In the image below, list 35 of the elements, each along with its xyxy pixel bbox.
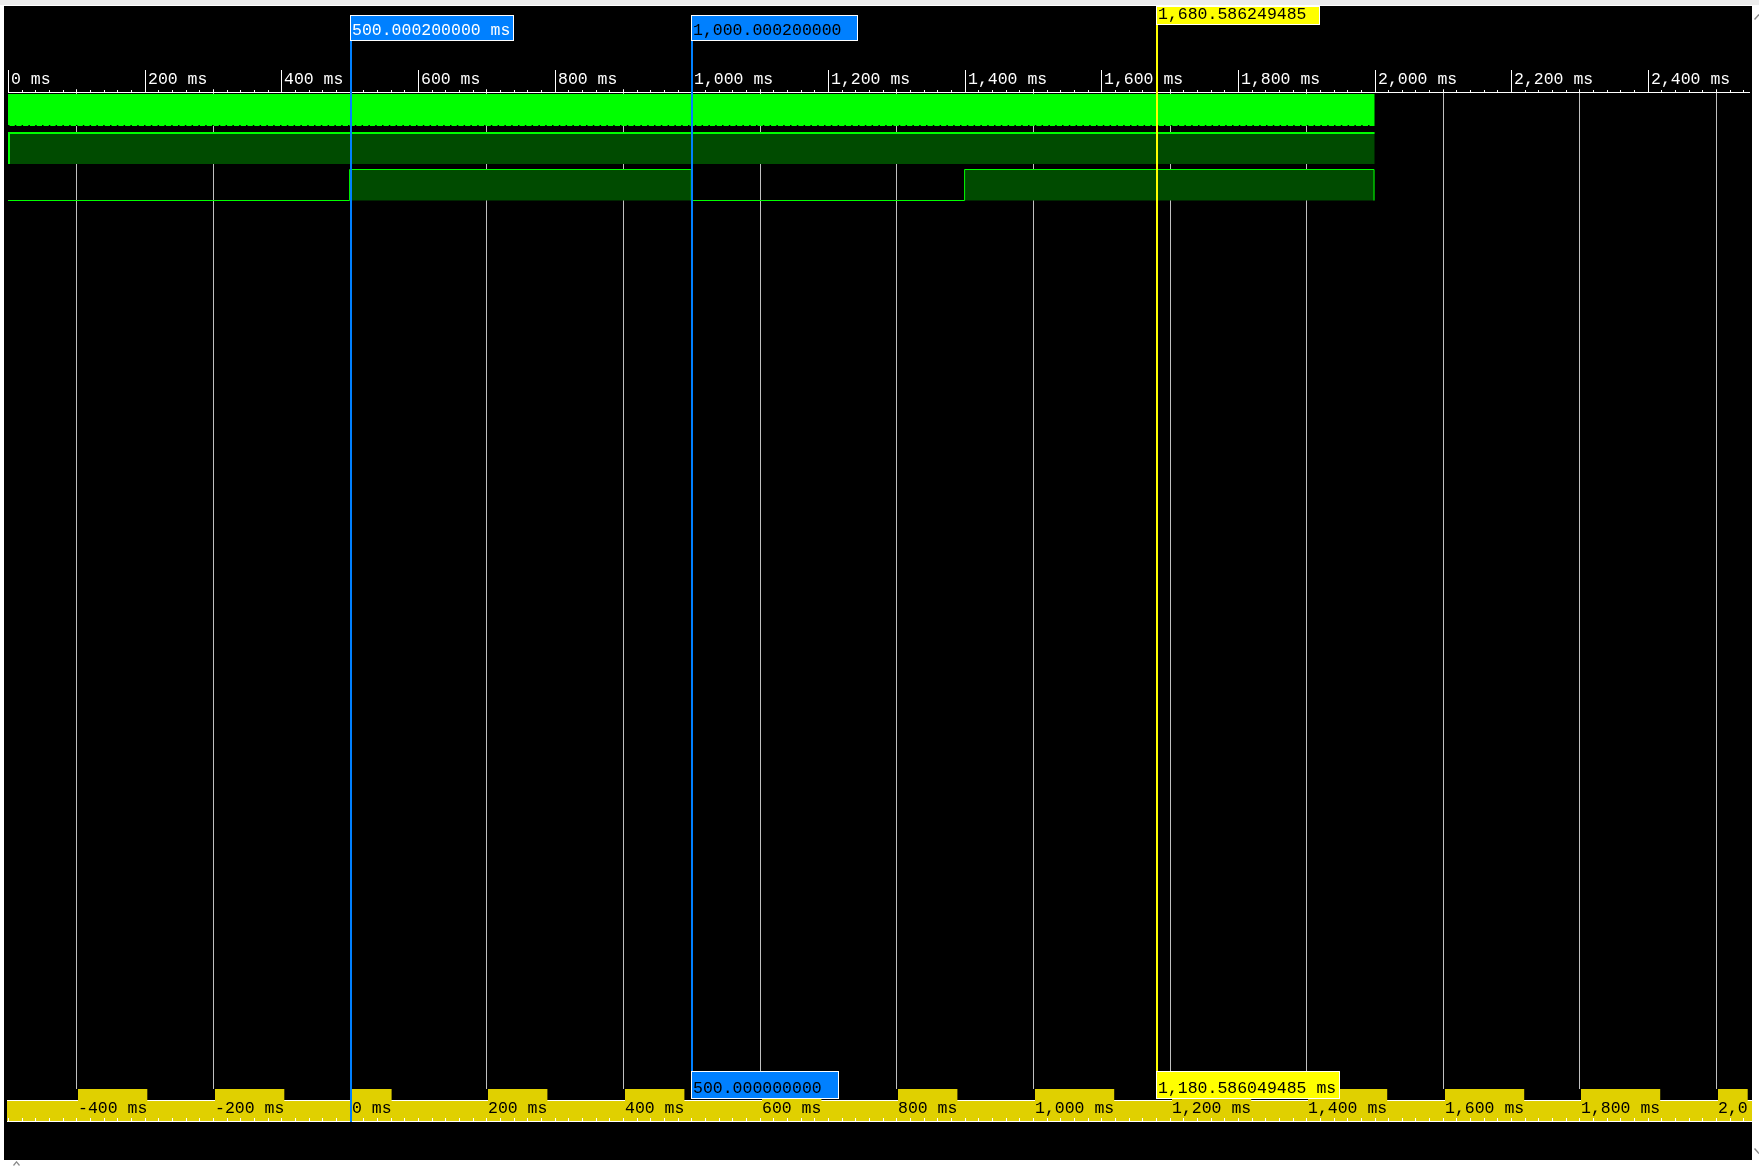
ruler-label: 1,000 ms (1035, 1099, 1115, 1118)
cursor-line[interactable] (350, 41, 352, 1122)
ruler-label: 2,200 ms (1511, 70, 1594, 89)
ruler-label: 200 ms (145, 70, 208, 89)
ruler-label: -400 ms (78, 1099, 148, 1118)
ruler-label: 800 ms (898, 1099, 958, 1118)
ruler-label: 1,800 ms (1238, 70, 1321, 89)
ruler-label: 400 ms (281, 70, 344, 89)
cursor-flag[interactable]: 500.000200000 ms (350, 15, 515, 41)
ruler-label: 1,600 ms (1445, 1099, 1525, 1118)
cursor-line[interactable] (691, 41, 693, 1071)
cursor-line[interactable] (1156, 25, 1158, 1071)
cursor-readout: 500.000000000 (691, 1071, 839, 1099)
ruler-label: 400 ms (625, 1099, 685, 1118)
ruler-label: 0 ms (8, 70, 51, 89)
ruler-label: 1,200 ms (1172, 1099, 1252, 1118)
cursor-readout: 1,180.586049485 ms (1156, 1071, 1341, 1099)
ruler-label: 600 ms (762, 1099, 822, 1118)
ruler-label: 1,200 ms (828, 70, 911, 89)
cursor-flag[interactable]: 1,680.586249485 (1156, 6, 1320, 25)
ruler-label: 2,400 ms (1648, 70, 1731, 89)
ruler-label: 1,400 ms (1308, 1099, 1388, 1118)
ruler-label: 1,400 ms (965, 70, 1048, 89)
cursor-flag[interactable]: 1,000.000200000 (691, 15, 858, 41)
caret-up-icon[interactable] (13, 1161, 20, 1166)
ruler-label: -200 ms (215, 1099, 285, 1118)
slash-icon (1754, 13, 1759, 20)
ruler-label: 800 ms (555, 70, 618, 89)
ruler-label: 2,0 (1718, 1099, 1748, 1118)
ruler-label: 200 ms (488, 1099, 548, 1118)
ruler-label: 600 ms (418, 70, 481, 89)
ruler-label: 1,800 ms (1581, 1099, 1661, 1118)
ruler-label: 0 ms (352, 1099, 392, 1118)
ruler-label: 2,000 ms (1375, 70, 1458, 89)
backslash-icon (1754, 1148, 1759, 1155)
